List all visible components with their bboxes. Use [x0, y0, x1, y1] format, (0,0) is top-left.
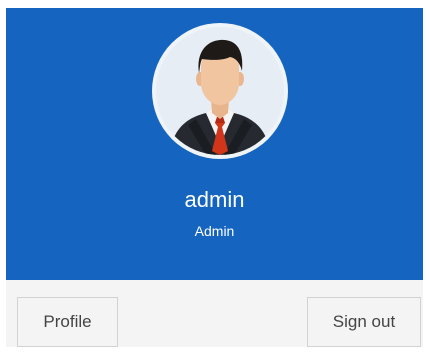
businessman-avatar-icon — [156, 27, 284, 155]
user-menu-dropdown: admin Admin Profile Sign out — [6, 8, 423, 347]
sign-out-button[interactable]: Sign out — [307, 297, 421, 347]
user-header: admin Admin — [6, 8, 423, 280]
user-name: admin — [184, 187, 245, 212]
user-footer: Profile Sign out — [6, 280, 423, 347]
user-avatar — [152, 23, 288, 159]
user-role: Admin — [194, 223, 235, 239]
profile-button[interactable]: Profile — [17, 297, 118, 347]
